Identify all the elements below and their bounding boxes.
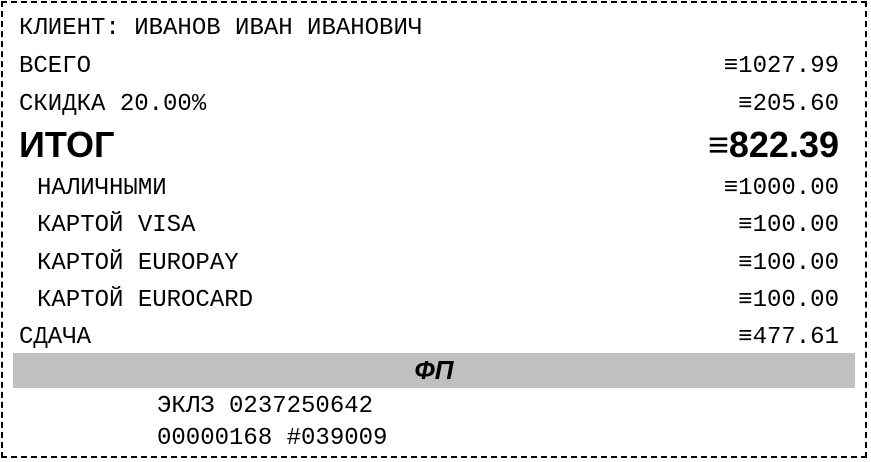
payment-row: НАЛИЧНЫМИ ≡1000.00 [37, 175, 839, 203]
payment-label: КАРТОЙ EUROPAY [37, 250, 239, 277]
payment-label: НАЛИЧНЫМИ [37, 175, 167, 202]
total-label: ИТОГ [19, 124, 115, 165]
client-name: КЛИЕНТ: ИВАНОВ ИВАН ИВАНОВИЧ [19, 15, 423, 42]
total-row: ИТОГ ≡822.39 [19, 125, 839, 165]
eklz-document: 00000168 #039009 [157, 425, 388, 452]
discount-value: ≡205.60 [738, 91, 839, 118]
payment-value: ≡100.00 [738, 287, 839, 314]
payment-label: КАРТОЙ VISA [37, 212, 196, 239]
payment-value: ≡100.00 [738, 250, 839, 277]
payment-value: ≡100.00 [738, 212, 839, 239]
payment-row: КАРТОЙ VISA ≡100.00 [37, 212, 839, 240]
subtotal-value: ≡1027.99 [723, 53, 839, 80]
subtotal-row: ВСЕГО ≡1027.99 [19, 53, 839, 81]
fiscal-sign-bar: ФП [13, 353, 855, 388]
eklz-number: ЭКЛЗ 0237250642 [157, 393, 374, 420]
client-line: КЛИЕНТ: ИВАНОВ ИВАН ИВАНОВИЧ [19, 15, 839, 43]
change-label: СДАЧА [19, 324, 92, 351]
receipt: КЛИЕНТ: ИВАНОВ ИВАН ИВАНОВИЧ ВСЕГО ≡1027… [1, 1, 867, 458]
subtotal-label: ВСЕГО [19, 53, 92, 80]
total-value: ≡822.39 [707, 124, 839, 165]
payment-label: КАРТОЙ EUROCARD [37, 287, 254, 314]
payment-row: КАРТОЙ EUROCARD ≡100.00 [37, 287, 839, 315]
discount-label: СКИДКА 20.00% [19, 91, 207, 118]
fiscal-sign-label: ФП [414, 355, 454, 385]
change-value: ≡477.61 [738, 324, 839, 351]
change-row: СДАЧА ≡477.61 [19, 324, 839, 352]
discount-row: СКИДКА 20.00% ≡205.60 [19, 91, 839, 119]
payment-row: КАРТОЙ EUROPAY ≡100.00 [37, 250, 839, 278]
payment-value: ≡1000.00 [723, 175, 839, 202]
